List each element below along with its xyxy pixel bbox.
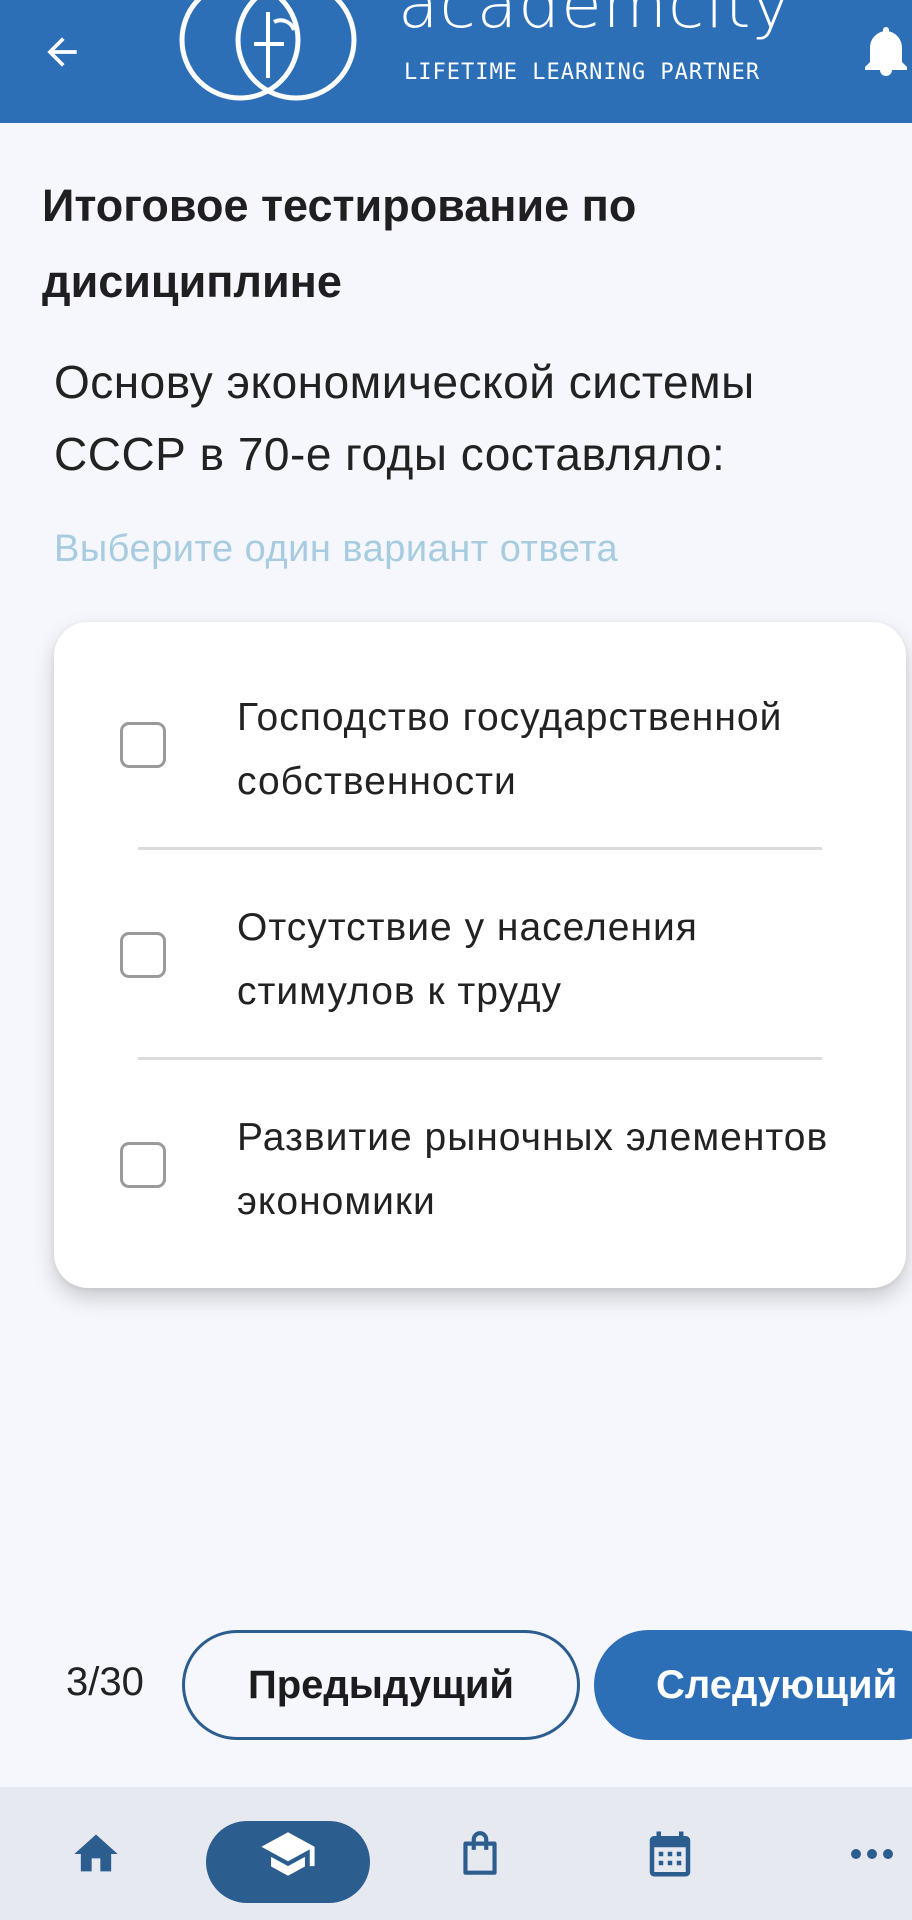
academcity-logo-icon xyxy=(179,0,357,101)
shopping-bag-icon xyxy=(463,1830,497,1875)
brand-tagline: LIFETIME LEARNING PARTNER xyxy=(404,60,761,85)
answer-option-1[interactable]: Господство государственной собственности xyxy=(54,622,906,832)
answer-option-2[interactable]: Отсутствие у населения стимулов к труду xyxy=(54,832,906,1042)
nav-calendar[interactable] xyxy=(630,1787,710,1920)
next-button[interactable]: Следующий xyxy=(594,1630,912,1740)
question-counter: 3/30 xyxy=(66,1660,144,1704)
answer-option-3[interactable]: Развитие рыночных элементов экономики xyxy=(54,1042,906,1252)
arrow-left-icon xyxy=(47,37,77,67)
app-header: academcity LIFETIME LEARNING PARTNER xyxy=(0,0,912,123)
page-title: Итоговое тестирование по дисициплине xyxy=(42,180,637,307)
bell-icon xyxy=(865,27,907,76)
graduation-cap-icon xyxy=(261,1831,315,1876)
test-screen: academcity LIFETIME LEARNING PARTNER Ито… xyxy=(0,0,912,1920)
nav-more[interactable] xyxy=(832,1787,912,1920)
previous-button[interactable]: Предыдущий xyxy=(182,1630,580,1740)
answer-checkbox[interactable] xyxy=(120,722,166,768)
answers-card: Господство государственной собственности… xyxy=(54,622,906,1288)
back-button[interactable] xyxy=(36,26,88,78)
calendar-icon xyxy=(649,1831,691,1876)
question-text: Основу экономической системы СССР в 70-е… xyxy=(54,356,755,480)
nav-shop[interactable] xyxy=(440,1787,520,1920)
home-icon xyxy=(74,1834,118,1871)
answer-label: Господство государственной собственности xyxy=(237,696,783,803)
brand-name: academcity xyxy=(398,0,792,43)
nav-home[interactable] xyxy=(58,1787,134,1920)
notifications-button[interactable] xyxy=(862,22,912,82)
nav-courses[interactable] xyxy=(206,1787,370,1920)
answer-hint: Выберите один вариант ответа xyxy=(54,528,619,570)
more-dots-icon xyxy=(851,1848,893,1859)
bottom-nav xyxy=(0,1787,912,1920)
answer-checkbox[interactable] xyxy=(120,932,166,978)
answer-label: Развитие рыночных элементов экономики xyxy=(237,1116,829,1223)
answer-label: Отсутствие у населения стимулов к труду xyxy=(237,906,698,1013)
answer-checkbox[interactable] xyxy=(120,1142,166,1188)
